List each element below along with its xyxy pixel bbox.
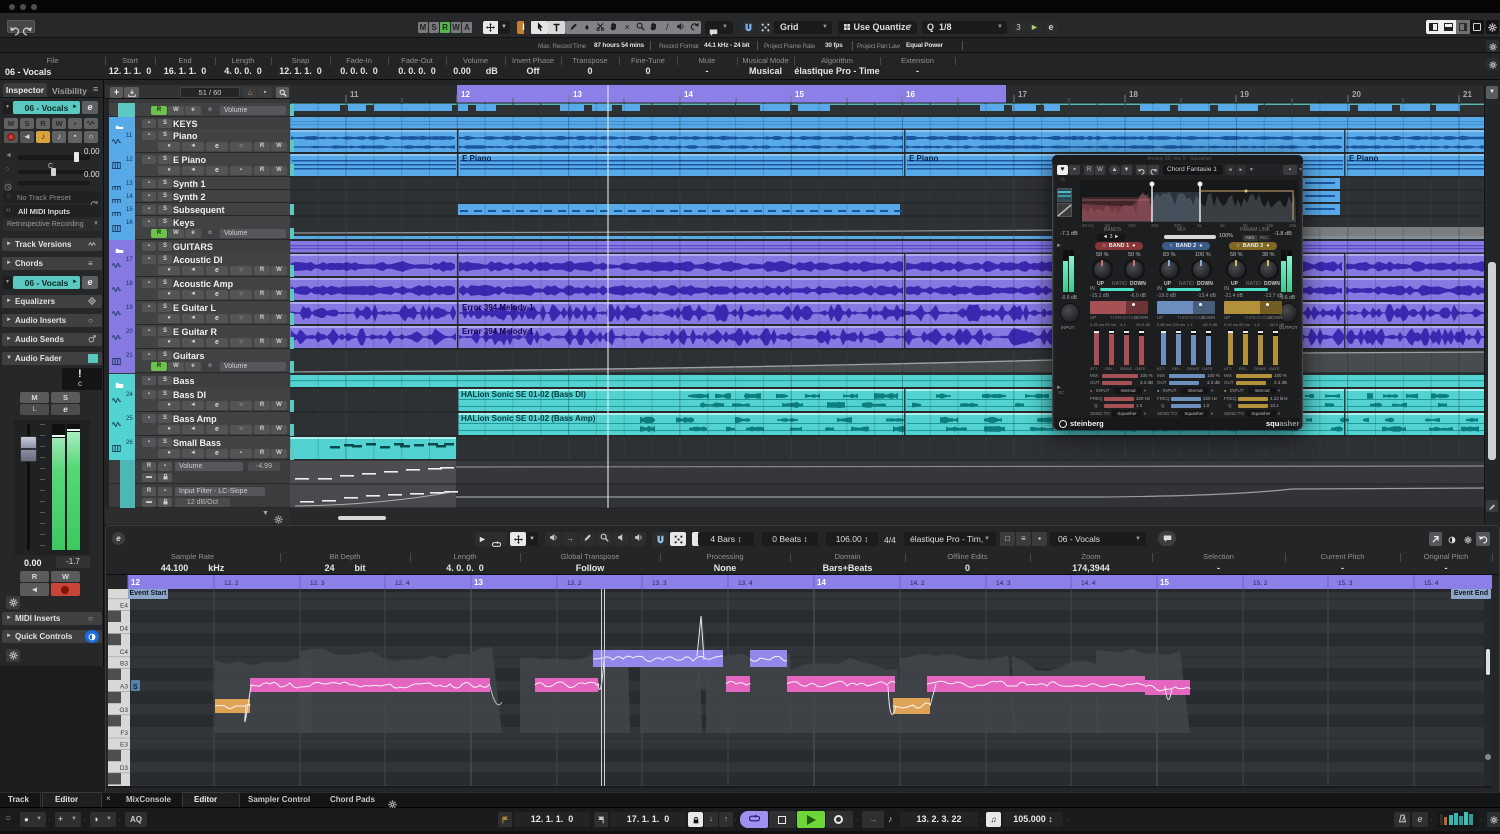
- svg-text:13. 3: 13. 3: [652, 580, 667, 587]
- svg-text:15. 4: 15. 4: [1424, 580, 1439, 587]
- svg-text:14. 3: 14. 3: [996, 580, 1011, 587]
- svg-text:12. 4: 12. 4: [395, 580, 410, 587]
- svg-text:13: 13: [474, 578, 483, 587]
- svg-text:A3: A3: [120, 684, 128, 691]
- svg-text:Error 394 Melody 1: Error 394 Melody 1: [462, 303, 534, 312]
- svg-text:F3: F3: [120, 730, 128, 737]
- svg-text:11: 11: [350, 90, 359, 99]
- svg-text:12: 12: [461, 90, 470, 99]
- svg-text:D3: D3: [120, 765, 129, 772]
- svg-text:14: 14: [817, 578, 826, 587]
- svg-text:B3: B3: [120, 660, 128, 667]
- svg-text:E4: E4: [120, 602, 128, 609]
- svg-text:12. 3: 12. 3: [310, 580, 325, 587]
- svg-text:HALion Sonic SE 01-02 (Bass DI: HALion Sonic SE 01-02 (Bass DI): [461, 390, 586, 399]
- svg-text:14. 2: 14. 2: [910, 580, 925, 587]
- svg-text:14. 4: 14. 4: [1081, 580, 1096, 587]
- svg-text:13. 2: 13. 2: [567, 580, 582, 587]
- svg-text:E Piano: E Piano: [909, 154, 938, 163]
- svg-text:14: 14: [684, 90, 693, 99]
- svg-text:15. 2: 15. 2: [1253, 580, 1268, 587]
- svg-text:E Piano: E Piano: [1349, 154, 1378, 163]
- svg-text:12. 2: 12. 2: [224, 580, 239, 587]
- svg-text:D4: D4: [120, 626, 129, 633]
- svg-text:S: S: [133, 684, 138, 691]
- svg-text:21: 21: [1463, 90, 1472, 99]
- svg-text:15. 3: 15. 3: [1338, 580, 1353, 587]
- svg-text:13: 13: [573, 90, 582, 99]
- svg-text:HALion Sonic SE 01-02 (Bass Am: HALion Sonic SE 01-02 (Bass Amp): [461, 414, 596, 423]
- svg-text:E Piano: E Piano: [462, 154, 491, 163]
- svg-text:G3: G3: [119, 707, 128, 714]
- svg-text:C4: C4: [120, 649, 129, 656]
- svg-text:17: 17: [1018, 90, 1027, 99]
- svg-text:13. 4: 13. 4: [738, 580, 753, 587]
- svg-text:Error 394 Melody 1: Error 394 Melody 1: [462, 327, 534, 336]
- svg-text:E3: E3: [120, 742, 128, 749]
- svg-text:15: 15: [795, 90, 804, 99]
- svg-text:18: 18: [1129, 90, 1138, 99]
- svg-text:19: 19: [1240, 90, 1249, 99]
- svg-text:12: 12: [131, 578, 140, 587]
- svg-text:15: 15: [1160, 578, 1169, 587]
- svg-text:16: 16: [906, 90, 915, 99]
- svg-text:20: 20: [1352, 90, 1361, 99]
